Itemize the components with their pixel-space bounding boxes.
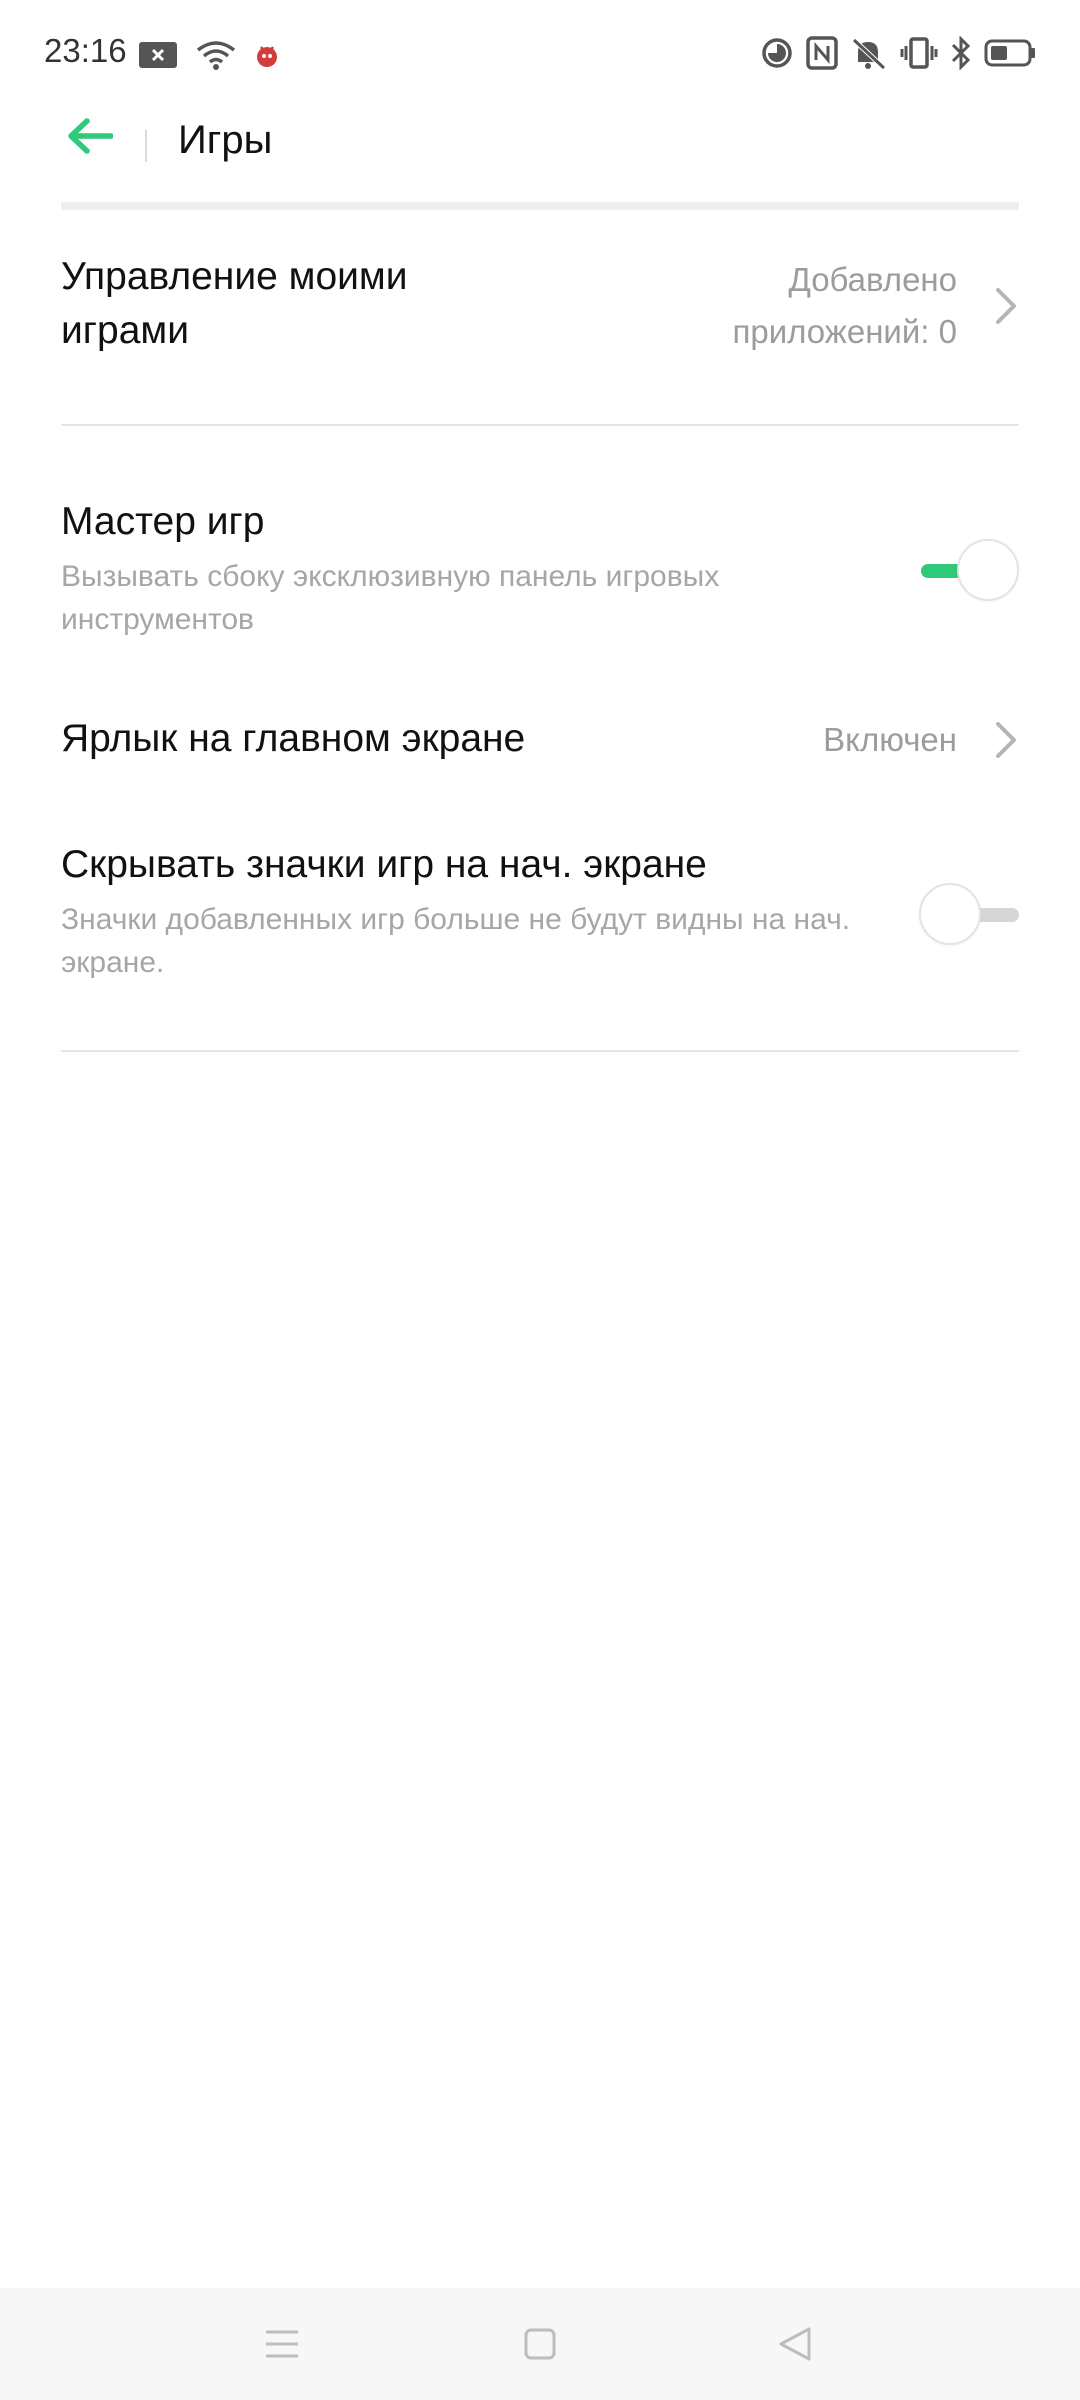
timer-icon: [760, 36, 794, 75]
home-icon: [523, 2327, 557, 2366]
back-button[interactable]: [60, 108, 120, 168]
home-shortcut-row[interactable]: Ярлык на главном экране Включен: [61, 712, 1019, 772]
close-notification-icon: [138, 39, 178, 76]
section-divider: [61, 424, 1019, 426]
bluetooth-icon: [950, 35, 972, 75]
status-right-icons: [760, 35, 1036, 75]
mute-icon: [850, 36, 888, 75]
chevron-right-icon: [993, 720, 1019, 760]
arrow-left-icon: [67, 117, 114, 159]
game-master-subtitle: Вызывать сбоку эксклюзивную панель игров…: [61, 560, 720, 636]
game-master-toggle[interactable]: [919, 537, 1019, 601]
manage-games-row[interactable]: Управление моими играми Добавлено прилож…: [61, 250, 1019, 370]
hide-icons-title: Скрывать значки игр на нач. экране: [61, 843, 707, 886]
chevron-right-icon: [993, 286, 1019, 326]
game-master-row[interactable]: Мастер игр Вызывать сбоку эксклюзивную п…: [61, 495, 1019, 645]
top-divider: [61, 202, 1019, 210]
manage-games-title: Управление моими играми: [61, 255, 408, 352]
game-master-title: Мастер игр: [61, 500, 265, 543]
hide-icons-row[interactable]: Скрывать значки игр на нач. экране Значк…: [61, 838, 1019, 988]
wifi-icon: [196, 38, 236, 77]
nav-back-button[interactable]: [765, 2316, 825, 2376]
page-title: Игры: [178, 118, 273, 162]
status-bar: 23:16: [0, 0, 1080, 110]
toggle-knob: [957, 539, 1019, 601]
hide-icons-toggle[interactable]: [919, 881, 1019, 945]
hide-icons-subtitle: Значки добавленных игр больше не будут в…: [61, 903, 851, 979]
nfc-icon: [806, 36, 838, 75]
status-left-icons: [138, 38, 280, 77]
section-divider: [61, 1050, 1019, 1052]
battery-icon: [984, 38, 1036, 73]
app-bar-divider: [145, 130, 147, 162]
navigation-bar: [0, 2288, 1080, 2400]
menu-icon: [264, 2328, 300, 2365]
vibrate-icon: [900, 36, 938, 75]
toggle-knob: [919, 883, 981, 945]
home-button[interactable]: [510, 2316, 570, 2376]
home-shortcut-value: Включен: [823, 721, 957, 758]
status-time: 23:16: [44, 32, 127, 69]
recent-apps-button[interactable]: [252, 2316, 312, 2376]
bug-icon: [254, 41, 280, 74]
back-triangle-icon: [777, 2326, 813, 2367]
manage-games-value: Добавлено приложений: 0: [732, 261, 957, 350]
